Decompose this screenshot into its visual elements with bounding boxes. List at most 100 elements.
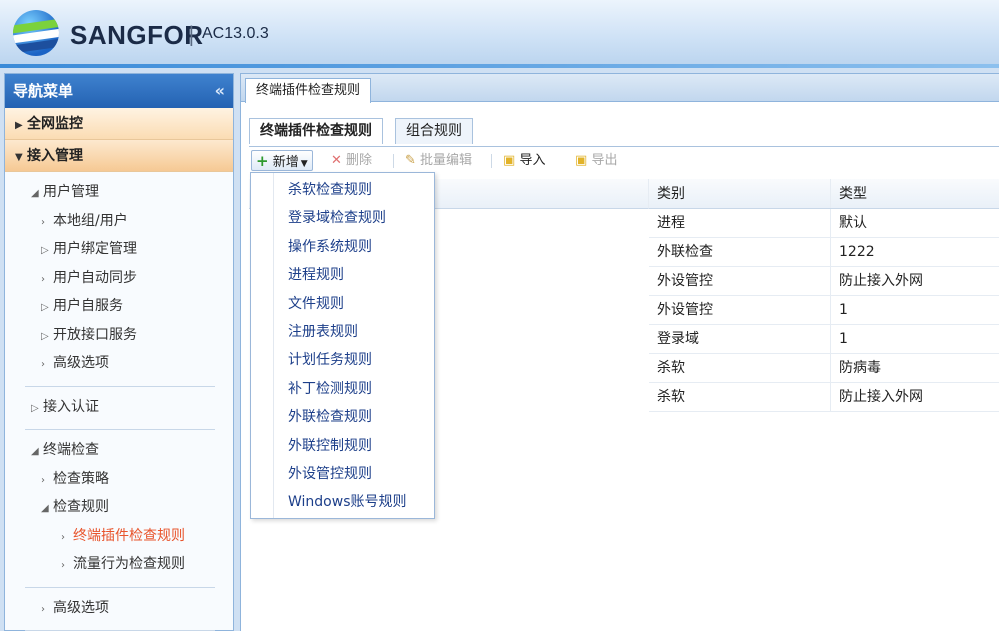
toolbar-separator	[393, 154, 394, 168]
cell-type: 1222	[839, 244, 875, 260]
triangle-down-icon: ◢	[41, 503, 49, 514]
export-button-label: 导出	[591, 153, 618, 168]
table-row[interactable]: 外联检查 1222	[649, 238, 999, 267]
tree-item-user-sync[interactable]: › 用户自动同步	[5, 264, 233, 293]
table-row[interactable]: 杀软 防病毒	[649, 354, 999, 383]
cell-type: 默认	[839, 215, 867, 231]
main-tabstrip: 终端插件检查规则	[241, 74, 999, 103]
menu-item-windows-account-rule[interactable]: Windows账号规则	[251, 488, 434, 516]
menu-item-antivirus-rule[interactable]: 杀软检查规则	[251, 176, 434, 204]
chevron-right-icon: ›	[61, 531, 65, 543]
tree-item-user-binding[interactable]: ▷ 用户绑定管理	[5, 235, 233, 264]
tree-label: 高级选项	[53, 355, 109, 371]
cell-type: 1	[839, 331, 848, 347]
import-button[interactable]: ▣ 导入	[503, 150, 545, 171]
nav-section-access-mgmt[interactable]: ▼ 接入管理	[5, 140, 233, 172]
delete-button-label: 删除	[346, 153, 373, 168]
caret-down-icon: ▼	[300, 159, 308, 169]
table-row[interactable]: 登录域 1	[649, 325, 999, 354]
menu-item-outbound-check-rule[interactable]: 外联检查规则	[251, 403, 434, 431]
collapse-icon[interactable]: «	[215, 74, 225, 108]
tree-item-plugin-rules[interactable]: › 终端插件检查规则	[5, 522, 233, 551]
cell-category: 杀软	[649, 383, 831, 411]
tree-item-user-mgmt[interactable]: ◢ 用户管理	[5, 178, 233, 207]
batch-edit-button[interactable]: ✎ 批量编辑	[405, 150, 472, 171]
tree-item-check-policy[interactable]: › 检查策略	[5, 465, 233, 494]
column-header-type[interactable]: 类型	[831, 179, 999, 208]
chevron-right-icon: ›	[41, 273, 45, 285]
chevron-right-icon: ›	[41, 603, 45, 615]
cell-category: 外设管控	[649, 296, 831, 324]
tree-label: 用户管理	[43, 184, 99, 200]
sidebar-header: 导航菜单 «	[5, 74, 233, 108]
menu-item-outbound-control-rule[interactable]: 外联控制规则	[251, 432, 434, 460]
tree-item-traffic-rules[interactable]: › 流量行为检查规则	[5, 550, 233, 579]
tree-item-local-group[interactable]: › 本地组/用户	[5, 207, 233, 236]
menu-item-patch-rule[interactable]: 补丁检测规则	[251, 375, 434, 403]
tree-label: 检查策略	[53, 470, 109, 487]
sidebar-title: 导航菜单	[13, 82, 74, 100]
cell-category: 外设管控	[649, 267, 831, 295]
new-rule-dropdown: 杀软检查规则 登录域检查规则 操作系统规则 进程规则 文件规则 注册表规则 计划…	[250, 172, 435, 519]
column-header-category[interactable]: 类别	[649, 179, 831, 208]
menu-item-peripheral-rule[interactable]: 外设管控规则	[251, 460, 434, 488]
tree-item-check-rules[interactable]: ◢ 检查规则	[5, 493, 233, 522]
table-row[interactable]: 外设管控 1	[649, 296, 999, 325]
table-row[interactable]: 外设管控 防止接入外网	[649, 267, 999, 296]
pencil-icon: ✎	[405, 153, 416, 168]
tree-label: 检查规则	[53, 499, 109, 515]
menu-item-file-rule[interactable]: 文件规则	[251, 290, 434, 318]
table-header-row: 类别 类型	[649, 179, 999, 209]
tree-label: 本地组/用户	[53, 212, 128, 229]
subtab-plugin-rules[interactable]: 终端插件检查规则	[249, 118, 383, 144]
menu-item-registry-rule[interactable]: 注册表规则	[251, 318, 434, 346]
cell-category: 外联检查	[649, 238, 831, 266]
nav-section-network-monitor[interactable]: ▶ 全网监控	[5, 108, 233, 140]
tree-item-terminal-check[interactable]: ◢ 终端检查	[5, 436, 233, 465]
tree-divider	[25, 429, 215, 430]
tree-label: 流量行为检查规则	[73, 556, 185, 572]
menu-item-process-rule[interactable]: 进程规则	[251, 261, 434, 289]
rules-table: 类别 类型 进程 默认 外联检查 1222 外设管控 防止接入外网 外设管控 1 登录域…	[649, 179, 999, 412]
tree-label: 终端检查	[43, 442, 99, 458]
delete-button[interactable]: ✕ 删除	[331, 150, 372, 171]
tree-label: 用户自服务	[53, 298, 123, 314]
triangle-right-outline-icon: ▷	[41, 245, 49, 256]
tree-item-advanced-2[interactable]: › 高级选项	[5, 594, 233, 623]
tree-item-access-auth[interactable]: ▷ 接入认证	[5, 393, 233, 422]
triangle-right-outline-icon: ▷	[41, 330, 49, 342]
triangle-right-icon: ▶	[15, 120, 23, 131]
nav-section-label: 全网监控	[27, 116, 83, 132]
tab-plugin-rules[interactable]: 终端插件检查规则	[245, 78, 372, 103]
table-row[interactable]: 进程 默认	[649, 209, 999, 238]
tree-label: 用户绑定管理	[53, 241, 137, 257]
toolbar-separator	[491, 154, 492, 168]
export-button[interactable]: ▣ 导出	[575, 150, 617, 171]
tree-item-user-self-service[interactable]: ▷ 用户自服务	[5, 292, 233, 321]
triangle-down-icon: ◢	[31, 188, 39, 199]
subtab-combined-rules[interactable]: 组合规则	[395, 118, 473, 144]
tree-item-open-api[interactable]: ▷ 开放接口服务	[5, 321, 233, 350]
cell-type: 防止接入外网	[839, 273, 923, 289]
table-row[interactable]: 杀软 防止接入外网	[649, 383, 999, 412]
new-button[interactable]: + 新增 ▼	[251, 150, 313, 171]
brand-name: SANGFOR	[70, 20, 204, 50]
sangfor-logo-icon	[13, 10, 59, 56]
cell-category: 登录域	[649, 325, 831, 353]
chevron-right-icon: ›	[41, 216, 45, 228]
toolbar: + 新增 ▼ ✕ 删除 ✎ 批量编辑 ▣ 导入 ▣ 导出	[249, 146, 999, 172]
tree-label: 用户自动同步	[53, 269, 137, 286]
brand-separator: |	[188, 22, 195, 46]
tree-divider	[25, 385, 215, 387]
menu-item-scheduled-task-rule[interactable]: 计划任务规则	[251, 346, 434, 374]
nav-sidebar: 导航菜单 « ▶ 全网监控 ▼ 接入管理 ◢ 用户管理 › 本地组/用户 ▷ 用户绑定管理…	[4, 73, 234, 631]
nav-section-label: 接入管理	[27, 148, 83, 164]
menu-item-os-rule[interactable]: 操作系统规则	[251, 233, 434, 261]
tree-item-advanced-1[interactable]: › 高级选项	[5, 349, 233, 378]
triangle-right-outline-icon: ▷	[31, 402, 39, 414]
chevron-right-icon: ›	[41, 474, 45, 486]
tree-label: 开放接口服务	[53, 326, 137, 343]
cell-type: 1	[839, 302, 848, 318]
menu-item-domain-login-rule[interactable]: 登录域检查规则	[251, 204, 434, 232]
cell-category: 杀软	[649, 354, 831, 382]
